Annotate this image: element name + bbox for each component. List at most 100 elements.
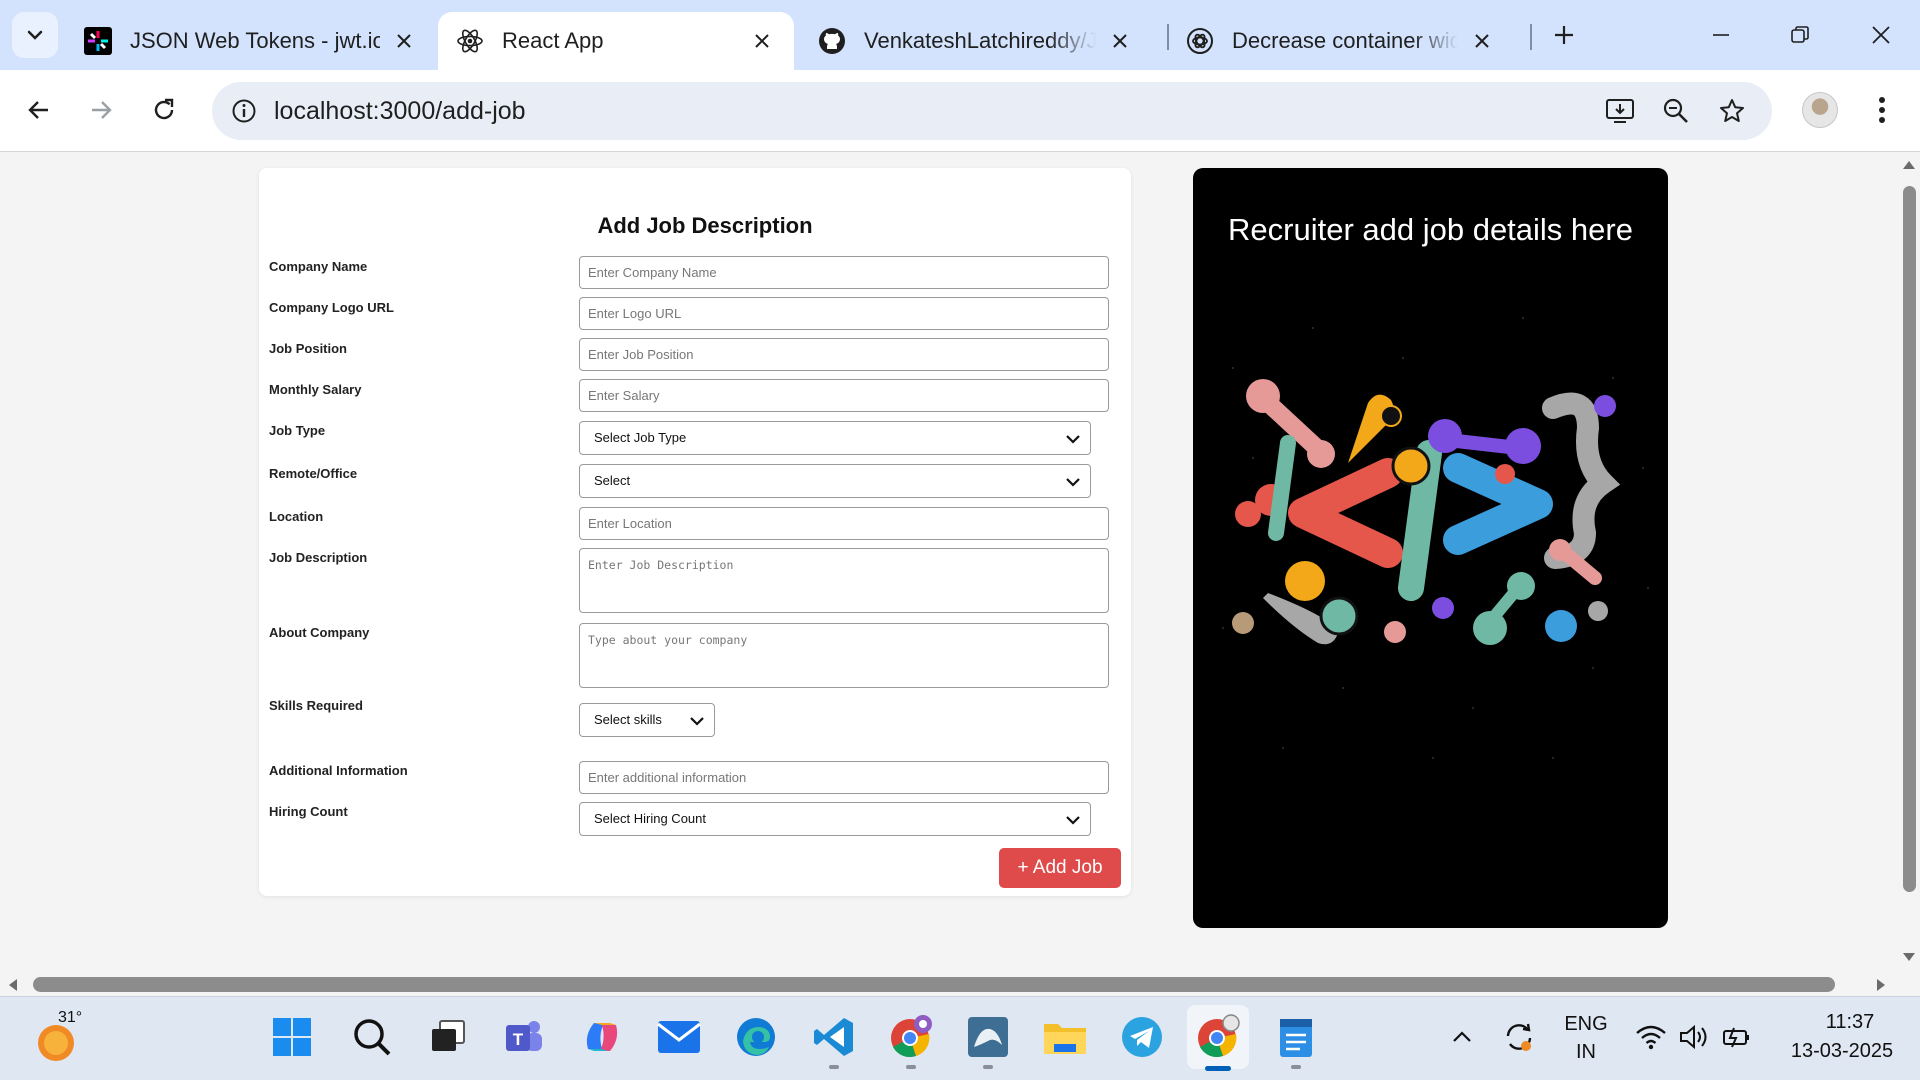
file-explorer-icon[interactable] bbox=[1041, 1013, 1089, 1061]
start-icon[interactable] bbox=[268, 1013, 316, 1061]
job-type-selected: Select Job Type bbox=[594, 430, 687, 445]
scroll-left-icon[interactable] bbox=[6, 978, 20, 992]
form-title: Add Job Description bbox=[597, 213, 813, 238]
about-company-textarea[interactable]: Type about your company bbox=[579, 623, 1109, 688]
hiring-count-select[interactable]: Select Hiring Count bbox=[579, 802, 1091, 836]
chrome-incognito-icon[interactable] bbox=[887, 1013, 935, 1069]
job-position-input[interactable]: Enter Job Position bbox=[579, 338, 1109, 371]
logo-url-input[interactable]: Enter Logo URL bbox=[579, 297, 1109, 330]
sync-icon[interactable] bbox=[1495, 1013, 1543, 1061]
site-info-icon[interactable] bbox=[226, 93, 262, 129]
chrome-icon[interactable] bbox=[1187, 1005, 1249, 1071]
mail-icon[interactable] bbox=[655, 1013, 703, 1061]
location-input[interactable]: Enter Location bbox=[579, 507, 1109, 540]
task-view-icon[interactable] bbox=[424, 1013, 472, 1061]
edge-icon[interactable] bbox=[732, 1013, 780, 1061]
forward-button[interactable] bbox=[79, 88, 123, 132]
arrow-left-icon bbox=[28, 101, 48, 119]
wifi-icon[interactable] bbox=[1627, 1013, 1675, 1061]
additional-info-label: Additional Information bbox=[269, 763, 408, 778]
minimize-icon bbox=[1713, 34, 1729, 36]
page-viewport: Add Job Description Company Name Enter C… bbox=[0, 152, 1898, 974]
browser-tabstrip: JSON Web Tokens - jwt.io React App Venka… bbox=[0, 0, 1920, 70]
new-tab-button[interactable] bbox=[1546, 17, 1582, 53]
scroll-down-icon[interactable] bbox=[1902, 950, 1916, 964]
chevron-down-icon bbox=[1066, 478, 1080, 487]
profile-avatar[interactable] bbox=[1802, 92, 1838, 128]
zoom-icon[interactable] bbox=[1658, 93, 1694, 129]
weather-temperature: 31° bbox=[58, 1009, 83, 1026]
company-name-input[interactable]: Enter Company Name bbox=[579, 256, 1109, 289]
tab-title: React App bbox=[502, 28, 604, 53]
github-icon bbox=[818, 27, 846, 55]
scroll-right-icon[interactable] bbox=[1874, 978, 1888, 992]
volume-icon[interactable] bbox=[1670, 1013, 1718, 1061]
back-button[interactable] bbox=[17, 88, 61, 132]
scroll-up-icon[interactable] bbox=[1902, 158, 1916, 172]
salary-input[interactable]: Enter Salary bbox=[579, 379, 1109, 412]
copilot-icon[interactable] bbox=[578, 1013, 626, 1061]
browser-menu-button[interactable] bbox=[1868, 88, 1896, 132]
vertical-scroll-thumb[interactable] bbox=[1903, 186, 1916, 892]
recruiter-illustration-panel: Recruiter add job details here bbox=[1193, 168, 1668, 928]
salary-label: Monthly Salary bbox=[269, 382, 362, 397]
search-icon[interactable] bbox=[348, 1013, 396, 1061]
tab-title: Decrease container widths bbox=[1232, 28, 1458, 53]
arrow-right-icon bbox=[92, 101, 112, 119]
close-icon[interactable] bbox=[748, 27, 776, 55]
react-icon bbox=[456, 27, 484, 55]
language-indicator[interactable]: ENG bbox=[1560, 1013, 1612, 1036]
address-bar[interactable]: localhost:3000/add-job bbox=[212, 82, 1772, 140]
mysql-workbench-icon[interactable] bbox=[964, 1013, 1012, 1069]
job-type-select[interactable]: Select Job Type bbox=[579, 421, 1091, 455]
job-type-label: Job Type bbox=[269, 423, 326, 438]
telegram-icon[interactable] bbox=[1118, 1013, 1166, 1061]
url-text: localhost:3000/add-job bbox=[274, 97, 526, 125]
minimize-button[interactable] bbox=[1693, 14, 1749, 56]
reload-icon bbox=[154, 98, 174, 120]
tab-title: JSON Web Tokens - jwt.io bbox=[130, 28, 380, 53]
browser-toolbar: localhost:3000/add-job bbox=[0, 70, 1920, 152]
vscode-icon[interactable] bbox=[810, 1013, 858, 1069]
chevron-down-icon bbox=[1066, 435, 1080, 444]
close-icon[interactable] bbox=[1106, 27, 1134, 55]
clock-time[interactable]: 11:37 bbox=[1790, 1011, 1910, 1034]
language-region: IN bbox=[1576, 1041, 1596, 1063]
code-illustration bbox=[1222, 317, 1649, 759]
install-app-icon[interactable] bbox=[1602, 93, 1638, 129]
jwt-icon bbox=[84, 27, 112, 55]
logo-url-label: Company Logo URL bbox=[269, 300, 394, 315]
close-icon bbox=[1872, 26, 1890, 44]
remote-office-select[interactable]: Select bbox=[579, 464, 1091, 498]
job-description-textarea[interactable]: Enter Job Description bbox=[579, 548, 1109, 613]
close-icon[interactable] bbox=[1468, 27, 1496, 55]
teams-icon[interactable]: T bbox=[500, 1013, 548, 1061]
tab-search-button[interactable] bbox=[12, 12, 58, 58]
additional-info-input[interactable]: Enter additional information bbox=[579, 761, 1109, 794]
close-icon[interactable] bbox=[390, 27, 418, 55]
battery-icon[interactable] bbox=[1712, 1013, 1760, 1061]
bookmark-star-icon[interactable] bbox=[1714, 93, 1750, 129]
reload-button[interactable] bbox=[142, 88, 186, 132]
restore-icon bbox=[1791, 26, 1809, 43]
tab-jwt[interactable]: JSON Web Tokens - jwt.io bbox=[66, 12, 436, 70]
restore-button[interactable] bbox=[1772, 14, 1828, 56]
notepad-icon[interactable] bbox=[1272, 1013, 1320, 1069]
tab-title: VenkateshLatchireddy/Job bbox=[864, 28, 1096, 53]
add-job-form: Add Job Description Company Name Enter C… bbox=[259, 168, 1131, 896]
chevron-up-icon[interactable] bbox=[1438, 1013, 1486, 1061]
tab-react-app[interactable]: React App bbox=[438, 12, 794, 70]
remote-office-label: Remote/Office bbox=[269, 466, 358, 481]
skills-select[interactable]: Select skills bbox=[579, 703, 715, 737]
close-window-button[interactable] bbox=[1853, 14, 1909, 56]
clock-date[interactable]: 13-03-2025 bbox=[1774, 1040, 1910, 1063]
horizontal-scroll-thumb[interactable] bbox=[33, 977, 1835, 992]
chatgpt-icon bbox=[1186, 27, 1214, 55]
panel-title: Recruiter add job details here bbox=[1228, 212, 1633, 247]
tab-github[interactable]: VenkateshLatchireddy/Job bbox=[800, 12, 1152, 70]
svg-text:T: T bbox=[513, 1030, 524, 1049]
add-job-button[interactable]: + Add Job bbox=[999, 848, 1121, 888]
plus-icon bbox=[1555, 26, 1573, 44]
tab-chatgpt[interactable]: Decrease container widths bbox=[1168, 12, 1514, 70]
chevron-down-icon bbox=[27, 30, 43, 40]
